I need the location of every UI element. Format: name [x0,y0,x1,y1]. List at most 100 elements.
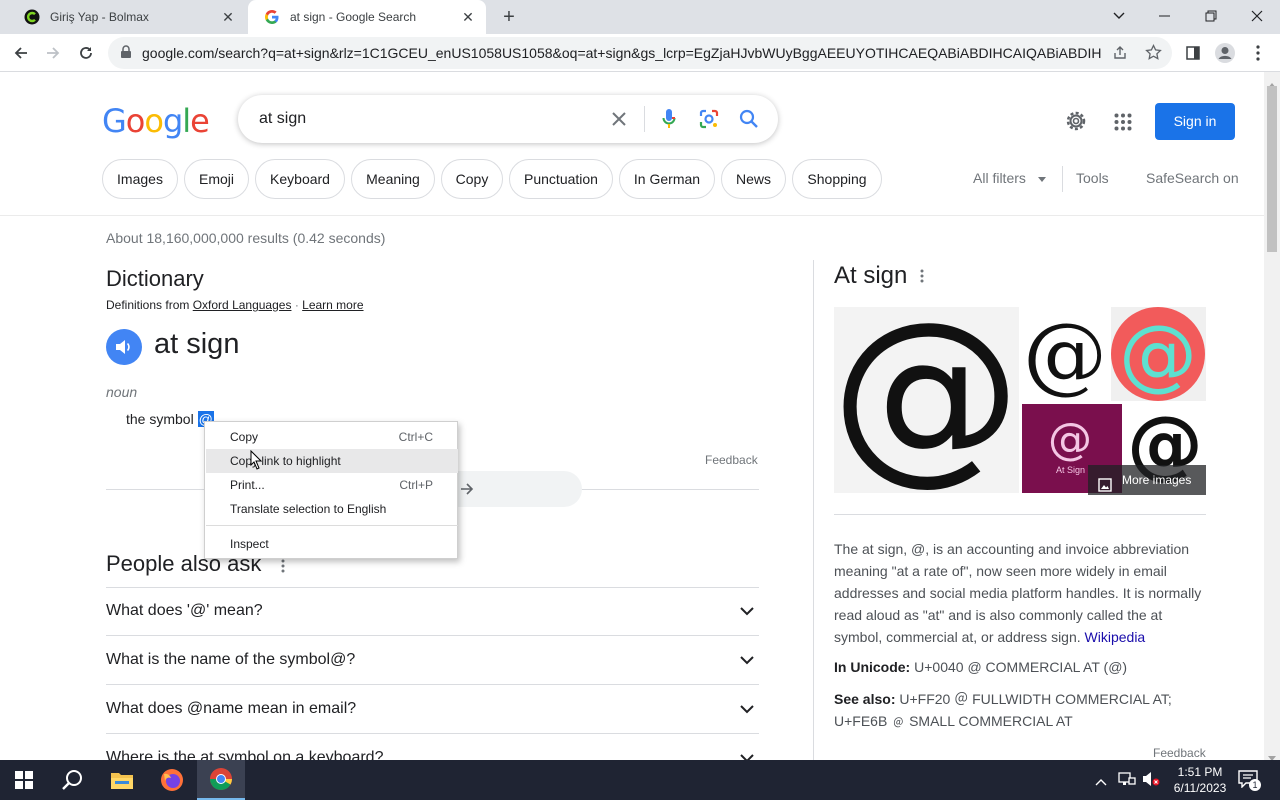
paa-question[interactable]: What does @name mean in email? [106,685,759,734]
clock-date: 6/11/2023 [1173,781,1227,795]
more-options-icon[interactable] [920,269,924,288]
see-also-value: U+FF20 ＠ FULLWIDTH COMMERCIAL AT; [899,691,1172,707]
at-sign-image-red[interactable]: @ [1111,307,1206,401]
notification-center-icon[interactable]: 1 [1238,770,1261,791]
paa-question[interactable]: What is the name of the symbol@? [106,636,759,685]
tab-title: at sign - Google Search [290,10,417,24]
show-hidden-icons-icon[interactable] [1095,773,1107,791]
divider [1062,166,1063,192]
network-icon[interactable] [1118,771,1136,792]
learn-more-link[interactable]: Learn more [302,298,363,312]
reload-icon[interactable] [73,40,99,66]
chip-shopping[interactable]: Shopping [792,159,882,199]
panel-feedback-link[interactable]: Feedback [1153,746,1206,760]
menu-item-label: Copy link to highlight [230,454,341,468]
chip-copy[interactable]: Copy [441,159,503,199]
all-filters-button[interactable]: All filters [973,170,1046,186]
search-icon[interactable] [739,109,759,134]
system-clock[interactable]: 1:51 PM 6/11/2023 [1160,764,1240,796]
back-icon[interactable] [8,40,34,66]
file-explorer-icon[interactable] [98,760,146,800]
menu-item-inspect[interactable]: Inspect [206,532,458,556]
search-input[interactable]: at sign [259,110,306,128]
more-images-button[interactable]: More images [1088,465,1206,495]
wikipedia-link[interactable]: Wikipedia [1085,629,1146,645]
more-options-icon[interactable] [281,559,285,578]
menu-item-label: Translate selection to English [230,502,387,516]
chevron-down-icon [740,656,754,665]
see-also-value: U+FE6B ﹫ SMALL COMMERCIAL AT [834,713,1073,729]
definition-label: the symbol [126,411,194,427]
notification-count-badge: 1 [1249,779,1261,791]
context-menu: Copy Ctrl+C Copy link to highlight Print… [204,421,458,559]
chip-in-german[interactable]: In German [619,159,715,199]
tab-google-search[interactable]: at sign - Google Search ✕ [248,0,486,34]
chip-images[interactable]: Images [102,159,178,199]
at-sign-image-serif[interactable]: @ [1022,305,1108,403]
more-definitions-button[interactable] [440,471,582,507]
tab-search-icon[interactable] [1096,0,1142,32]
chip-emoji[interactable]: Emoji [184,159,249,199]
volume-muted-icon[interactable] [1142,771,1160,792]
profile-avatar-icon[interactable] [1212,40,1238,66]
chip-meaning[interactable]: Meaning [351,159,435,199]
firefox-icon[interactable] [148,760,196,800]
at-sign-image-large[interactable]: @ [831,281,1021,502]
bolmax-favicon-icon [24,9,40,25]
google-logo[interactable]: Google [102,102,210,140]
part-of-speech: noun [106,384,138,400]
google-apps-icon[interactable] [1114,113,1132,136]
description-text: The at sign, @, is an accounting and inv… [834,541,1202,645]
unicode-fact: In Unicode: U+0040 @ COMMERCIAL AT (@) [834,659,1127,675]
svg-text:@: @ [1023,307,1107,401]
knowledge-description: The at sign, @, is an accounting and inv… [834,538,1206,648]
chip-punctuation[interactable]: Punctuation [509,159,613,199]
url-text[interactable]: google.com/search?q=at+sign&rlz=1C1GCEU_… [142,45,1102,61]
windows-start-icon[interactable] [0,760,48,800]
settings-gear-icon[interactable] [1064,109,1088,138]
pronounce-speaker-icon[interactable] [106,329,142,365]
chrome-icon[interactable] [197,760,245,800]
paa-question-text: What is the name of the symbol@? [106,651,356,668]
forward-icon[interactable] [40,40,66,66]
tab-bolmax[interactable]: Giriş Yap - Bolmax ✕ [8,0,246,34]
close-window-icon[interactable] [1234,0,1280,32]
lock-icon[interactable] [120,45,132,64]
paa-question[interactable]: What does '@' mean? [106,587,759,636]
restore-icon[interactable] [1188,0,1234,32]
paa-question-text: What does @name mean in email? [106,700,357,717]
voice-search-icon[interactable] [662,108,676,135]
search-icon[interactable] [48,760,96,800]
clear-search-icon[interactable] [611,111,627,132]
windows-taskbar: 1:51 PM 6/11/2023 1 [0,760,1280,800]
minimize-icon[interactable] [1142,0,1188,32]
menu-item-print[interactable]: Print... Ctrl+P [206,473,458,497]
new-tab-icon[interactable]: + [498,6,520,28]
sign-in-button[interactable]: Sign in [1155,103,1235,140]
oxford-languages-link[interactable]: Oxford Languages [193,298,292,312]
address-bar[interactable]: google.com/search?q=at+sign&rlz=1C1GCEU_… [108,37,1172,69]
browser-menu-icon[interactable] [1245,40,1271,66]
menu-item-translate[interactable]: Translate selection to English [206,497,458,521]
scrollbar-thumb[interactable] [1267,86,1277,252]
paa-question[interactable]: Where is the at symbol on a keyboard? [106,734,759,760]
chip-news[interactable]: News [721,159,786,199]
bookmark-star-icon[interactable] [1145,43,1162,66]
paa-question-text: Where is the at symbol on a keyboard? [106,749,384,760]
search-box[interactable]: at sign [238,95,778,143]
separator: · [294,298,299,312]
share-icon[interactable] [1112,45,1128,66]
chip-keyboard[interactable]: Keyboard [255,159,345,199]
side-panel-icon[interactable] [1180,40,1206,66]
svg-text:@: @ [1048,414,1092,465]
lens-camera-icon[interactable] [699,109,719,134]
menu-item-copy-link-to-highlight[interactable]: Copy link to highlight [206,449,458,473]
close-tab-icon[interactable]: ✕ [220,9,236,25]
menu-item-copy[interactable]: Copy Ctrl+C [206,425,458,449]
see-also-fact: See also: U+FF20 ＠ FULLWIDTH COMMERCIAL … [834,688,1206,732]
dictionary-feedback-link[interactable]: Feedback [705,453,758,467]
page-scrollbar[interactable] [1264,72,1280,761]
safesearch-button[interactable]: SafeSearch on [1146,170,1239,186]
close-tab-icon[interactable]: ✕ [460,9,476,25]
tools-button[interactable]: Tools [1076,170,1109,186]
